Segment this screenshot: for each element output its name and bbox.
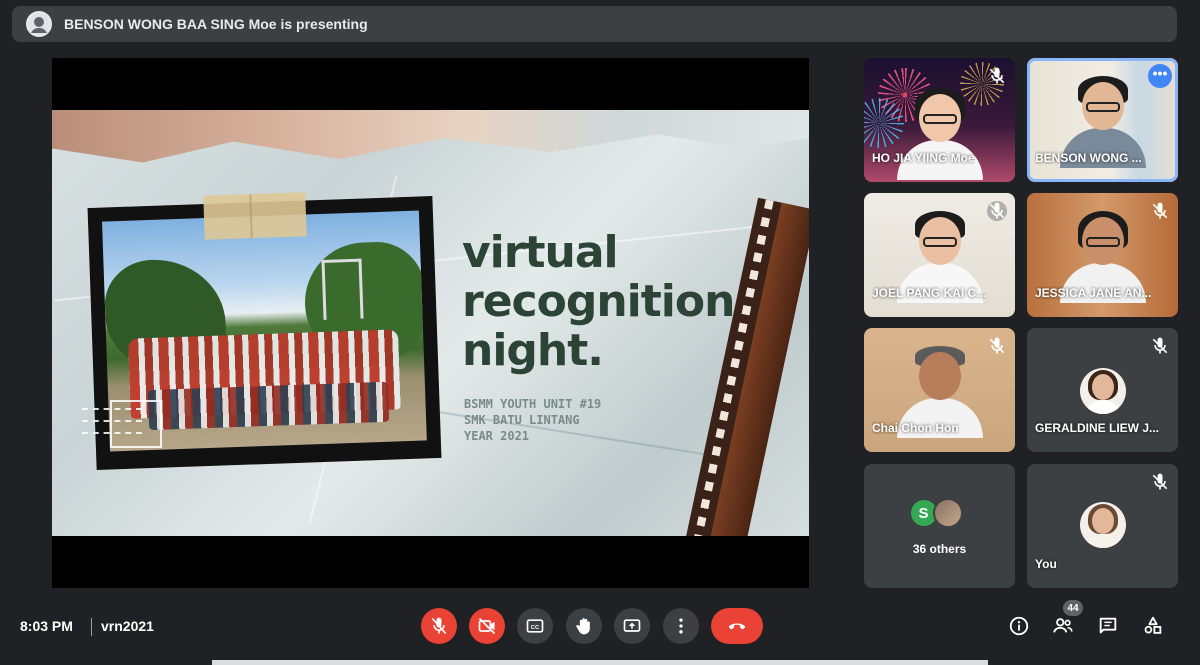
captions-button[interactable]: CC <box>517 608 553 644</box>
camera-toggle-button[interactable] <box>469 608 505 644</box>
camera-off-icon <box>478 617 496 635</box>
raise-hand-button[interactable] <box>566 608 602 644</box>
presentation-slide: virtual recognition night. BSMM YOUTH UN… <box>52 110 809 536</box>
slide-title-line: night. <box>462 325 604 376</box>
window-bottom-edge <box>212 660 988 665</box>
slide-subtitle: BSMM YOUTH UNIT #19 SMK BATU LINTANG YEA… <box>464 396 601 444</box>
slide-subtitle-line: YEAR 2021 <box>464 429 530 443</box>
people-icon <box>1053 618 1073 633</box>
participant-name: BENSON WONG ... <box>1035 151 1142 165</box>
mic-toggle-button[interactable] <box>421 608 457 644</box>
avatar <box>1079 368 1126 414</box>
avatar-head <box>1091 508 1114 534</box>
presenting-text: BENSON WONG BAA SING Moe is presenting <box>64 16 368 32</box>
activities-button[interactable] <box>1141 614 1165 638</box>
participant-tile[interactable]: JESSICA JANE AN... <box>1027 193 1178 317</box>
others-avatars: S <box>908 498 971 532</box>
raise-hand-icon <box>576 618 590 635</box>
photo-crowd-front <box>147 381 390 431</box>
participant-tile[interactable]: Chai Chon Hon <box>864 328 1015 452</box>
participant-video <box>896 346 983 438</box>
mic-off-icon <box>1152 337 1168 354</box>
stamp-box <box>110 400 162 448</box>
presenting-bar: BENSON WONG BAA SING Moe is presenting <box>12 6 1177 42</box>
participant-tile[interactable]: HO JIA YIING Moe <box>864 58 1015 182</box>
torn-paper-decoration <box>52 110 809 163</box>
avatar-body <box>1083 534 1122 548</box>
more-options-button[interactable] <box>663 608 699 644</box>
meeting-info-button[interactable] <box>1007 614 1031 638</box>
more-options-icon <box>679 618 683 634</box>
chat-icon <box>1099 617 1117 634</box>
bottom-control-bar: 8:03 PM vrn2021 CC 44 <box>0 600 1200 660</box>
info-icon <box>1009 616 1029 636</box>
photo-basketball-hoop <box>321 258 364 320</box>
participant-video <box>1059 211 1146 303</box>
participant-name: JOEL PANG KAI C... <box>872 286 987 300</box>
mic-off-icon <box>431 617 447 635</box>
avatar <box>932 498 963 528</box>
avatar-body <box>1083 400 1122 414</box>
video-glasses <box>922 114 957 124</box>
meeting-code: vrn2021 <box>101 618 154 634</box>
slide-title-line: recognition <box>462 276 735 327</box>
mic-off-icon <box>1152 202 1168 219</box>
participant-video <box>896 211 983 303</box>
mic-off-icon <box>1152 473 1168 490</box>
present-screen-icon <box>623 619 641 632</box>
slide-title: virtual recognition night. <box>462 227 735 376</box>
video-glasses <box>1085 102 1120 112</box>
slide-subtitle-line: SMK BATU LINTANG <box>464 413 580 427</box>
chat-button[interactable] <box>1096 614 1120 638</box>
presenter-icon <box>26 11 52 37</box>
self-tile[interactable]: You <box>1027 464 1178 588</box>
activities-icon <box>1144 616 1162 634</box>
slide-subtitle-line: BSMM YOUTH UNIT #19 <box>464 397 602 411</box>
participant-tile[interactable]: GERALDINE LIEW J... <box>1027 328 1178 452</box>
mic-off-icon <box>987 201 1007 221</box>
participant-video <box>1059 76 1146 168</box>
participant-name: JESSICA JANE AN... <box>1035 286 1152 300</box>
video-glasses <box>922 237 957 247</box>
participant-name: Chai Chon Hon <box>872 421 959 435</box>
mic-off-icon <box>989 337 1005 354</box>
video-head <box>918 352 961 400</box>
mic-off-icon <box>989 67 1005 84</box>
presentation-stage[interactable]: virtual recognition night. BSMM YOUTH UN… <box>52 58 809 588</box>
participant-name: GERALDINE LIEW J... <box>1035 421 1160 435</box>
meeting-time: 8:03 PM <box>20 618 73 634</box>
participant-tile[interactable]: JOEL PANG KAI C... <box>864 193 1015 317</box>
present-screen-button[interactable] <box>614 608 650 644</box>
avatar-head <box>1091 374 1114 400</box>
participant-name: HO JIA YIING Moe <box>872 151 975 165</box>
participant-name: You <box>1035 557 1057 571</box>
hang-up-icon <box>728 623 746 630</box>
participant-count-badge: 44 <box>1063 600 1083 616</box>
others-count-label: 36 others <box>912 542 967 556</box>
video-glasses <box>1085 237 1120 247</box>
slide-title-line: virtual <box>462 227 619 278</box>
separator <box>91 618 92 636</box>
svg-text:CC: CC <box>531 625 540 631</box>
avatar <box>1079 502 1126 548</box>
hang-up-button[interactable] <box>711 608 763 644</box>
participant-tile[interactable]: ••• BENSON WONG ... <box>1027 58 1178 182</box>
tape-decoration <box>203 192 307 240</box>
people-button[interactable] <box>1051 614 1075 638</box>
others-tile[interactable]: S 36 others <box>864 464 1015 588</box>
captions-icon: CC <box>526 619 544 633</box>
stamp-decoration <box>82 400 172 450</box>
more-options-button[interactable]: ••• <box>1148 64 1172 88</box>
